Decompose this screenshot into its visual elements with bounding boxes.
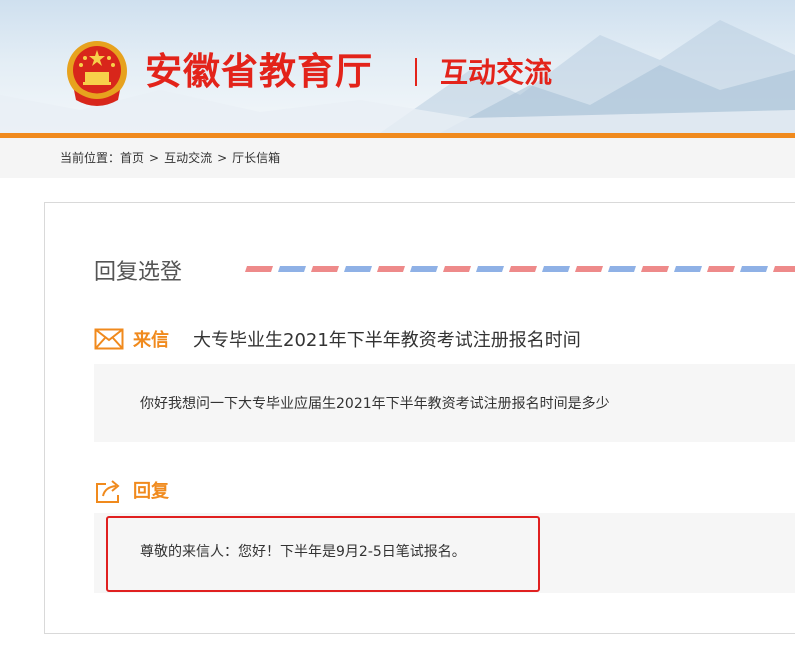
national-emblem-icon — [67, 41, 127, 106]
section-title: 互动交流 — [440, 56, 553, 89]
letter-subject: 大专毕业生2021年下半年教资考试注册报名时间 — [193, 330, 581, 351]
envelope-icon — [94, 328, 124, 350]
letter-body: 你好我想问一下大专毕业应届生2021年下半年教资考试注册报名时间是多少 — [140, 396, 610, 412]
page-heading: 回复选登 — [94, 260, 183, 285]
airmail-border-decoration — [245, 266, 795, 272]
breadcrumb-mailbox-link[interactable]: 厅长信箱 — [232, 151, 280, 165]
share-reply-icon — [96, 480, 120, 503]
breadcrumb-separator: > — [217, 151, 228, 165]
breadcrumb-separator: > — [149, 151, 160, 165]
reply-body: 尊敬的来信人：您好！下半年是9月2-5日笔试报名。 — [140, 544, 466, 560]
title-divider — [415, 58, 417, 86]
breadcrumb-prefix: 当前位置： — [60, 151, 121, 165]
site-title: 安徽省教育厅 — [145, 50, 373, 93]
breadcrumb-interaction-link[interactable]: 互动交流 — [164, 151, 212, 165]
breadcrumb: 当前位置：首页 > 互动交流 > 厅长信箱 — [60, 150, 280, 166]
reply-label: 回复 — [133, 481, 169, 502]
letter-label: 来信 — [133, 330, 169, 351]
header-banner: 安徽省教育厅 互动交流 — [0, 0, 795, 133]
breadcrumb-home-link[interactable]: 首页 — [120, 151, 144, 165]
